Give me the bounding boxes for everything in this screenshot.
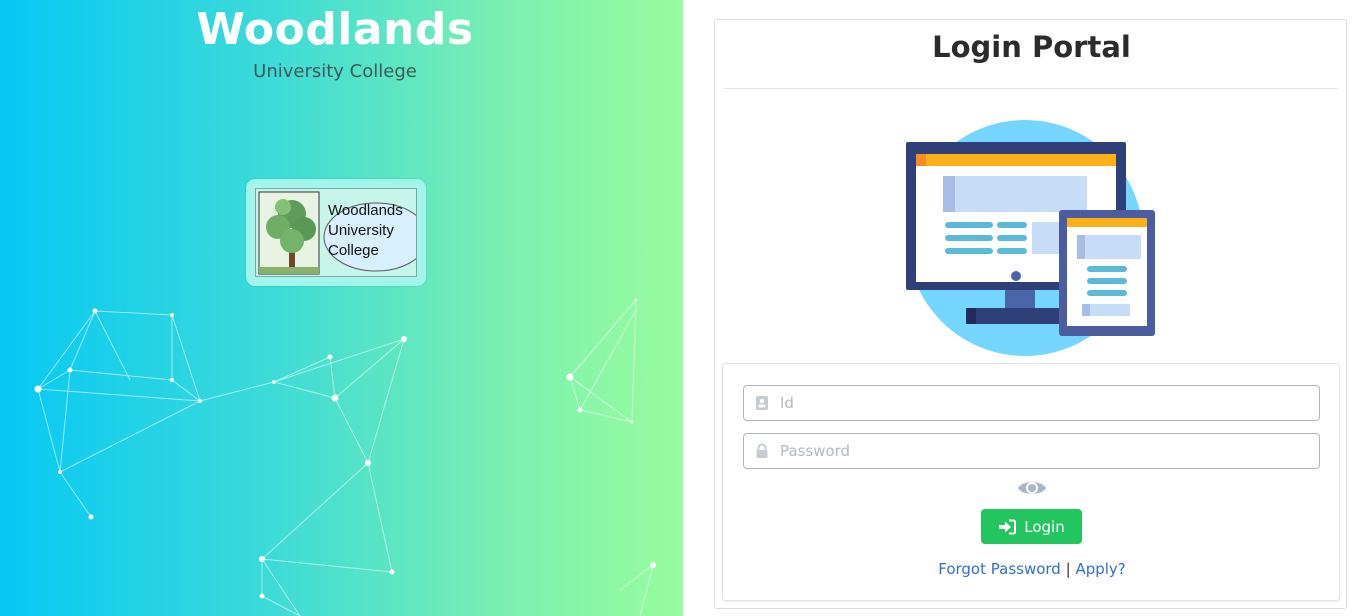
eye-icon[interactable] [1017,478,1047,498]
logo-text-line: University [328,222,394,239]
college-logo: Woodlands University College [246,179,426,286]
logo-text-line: College [328,242,379,259]
login-portal-card: Login Portal Id Login Forgot Password | … [714,19,1347,609]
logo-text-line: Woodlands [328,202,403,219]
id-input[interactable] [780,386,1310,420]
login-form: Login Forgot Password | Apply? [722,363,1340,601]
brand-subtitle: University College [253,61,417,82]
logo-image: Woodlands University College [255,188,417,277]
network-background-graphic [34,298,656,616]
branding-panel: Woodlands University College Woodlands U… [0,0,683,616]
apply-link[interactable]: Apply? [1075,560,1125,578]
password-input[interactable] [780,434,1310,468]
id-field[interactable] [743,385,1320,421]
divider [724,88,1339,89]
portal-title: Login Portal [932,30,1131,64]
brand-title: Woodlands [196,4,474,55]
logo-text: Woodlands University College [328,201,416,261]
lock-icon [756,443,768,458]
sign-in-icon [999,519,1017,534]
link-separator: | [1065,560,1071,578]
forgot-password-link[interactable]: Forgot Password [938,560,1061,578]
login-button[interactable]: Login [981,509,1082,544]
password-field[interactable] [743,433,1320,469]
devices-illustration [906,120,1155,356]
login-panel: Login Portal Id Login Forgot Password | … [683,0,1365,616]
auth-links: Forgot Password | Apply? [723,560,1341,578]
id-card-icon [756,396,768,410]
login-button-label: Login [1024,517,1065,536]
